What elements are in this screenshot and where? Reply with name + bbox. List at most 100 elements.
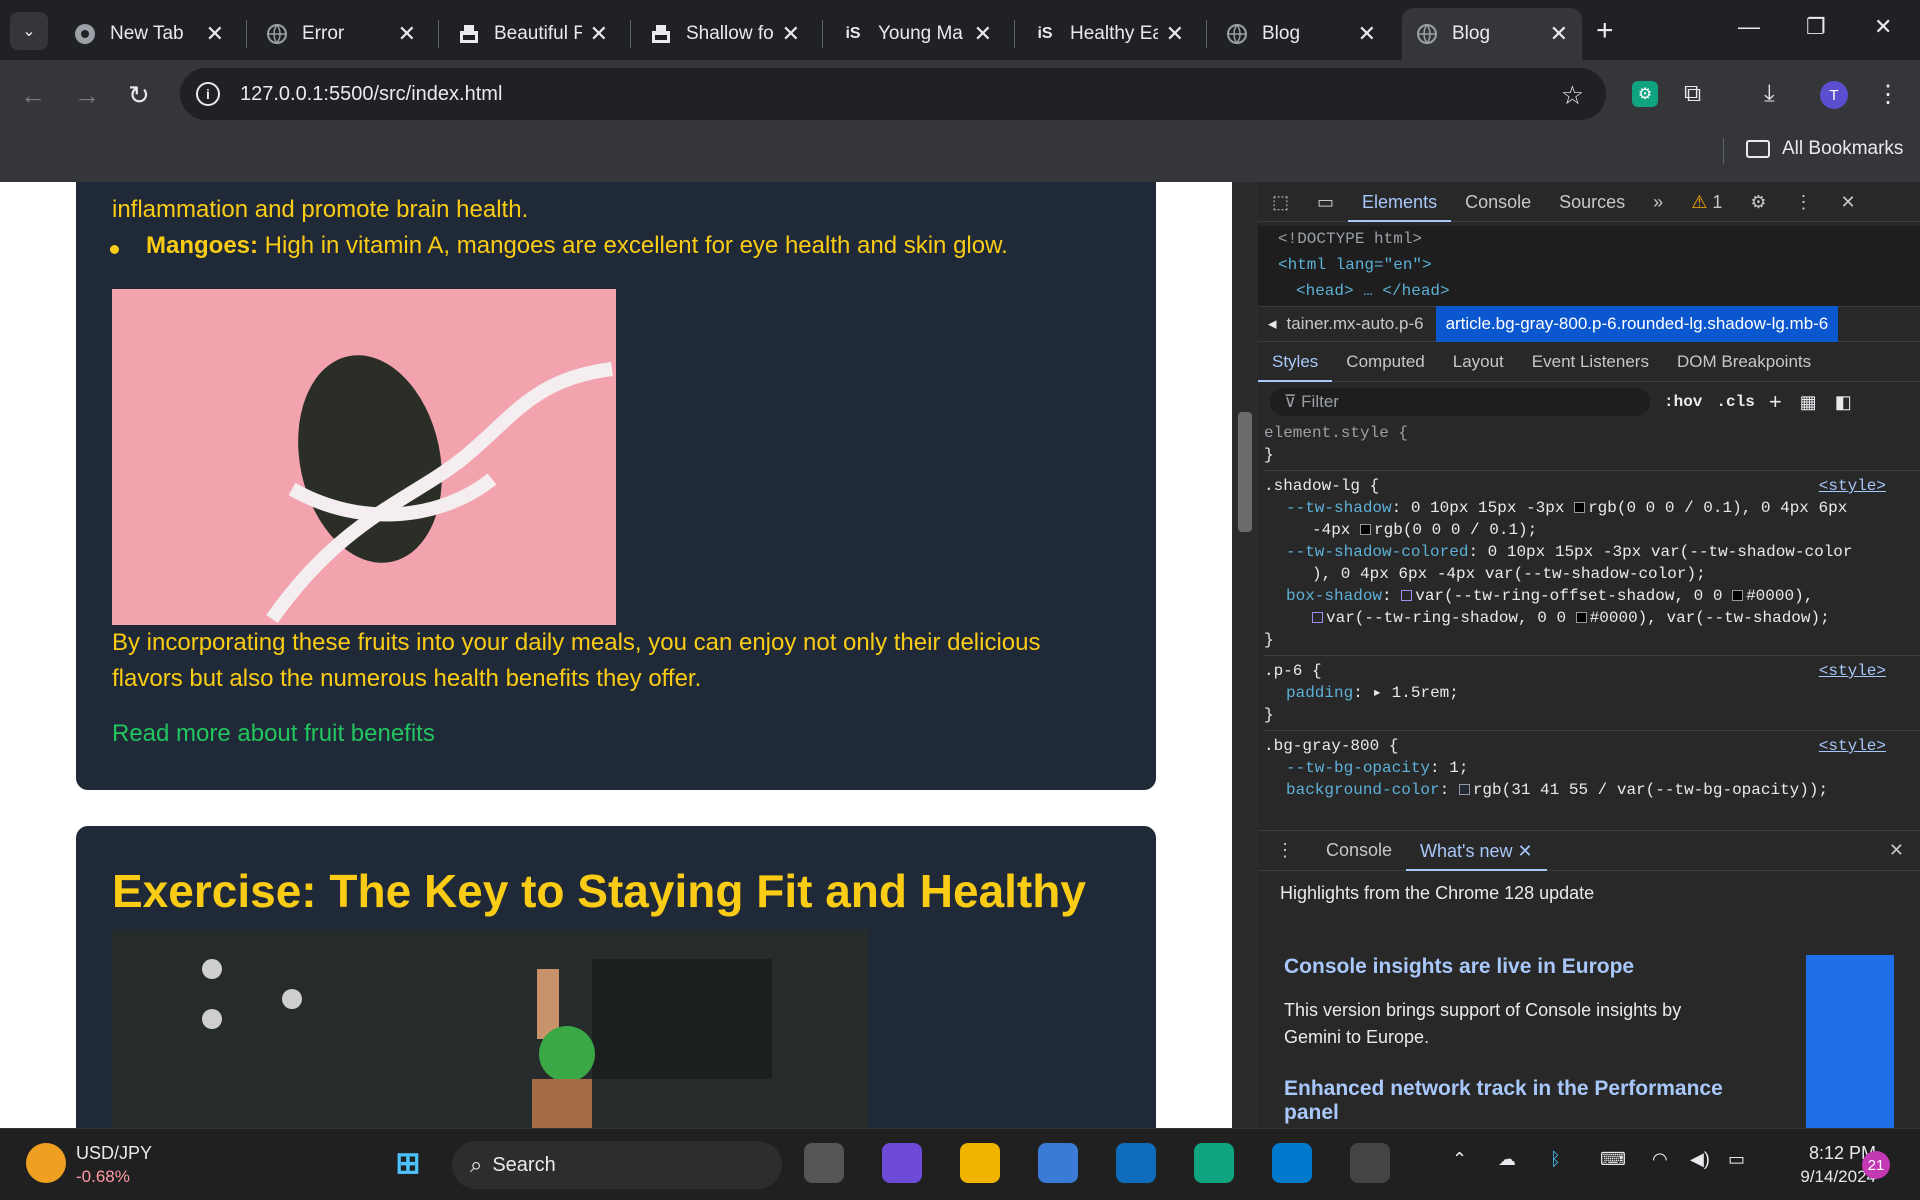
tab-styles[interactable]: Styles: [1258, 342, 1333, 382]
browser-toolbar: ← → ↻ i 127.0.0.1:5500/src/index.html ☆ …: [0, 60, 1920, 188]
store-icon[interactable]: [1038, 1143, 1078, 1183]
all-bookmarks-button[interactable]: All Bookmarks: [1746, 138, 1903, 160]
task-view-icon[interactable]: [804, 1143, 844, 1183]
head-node[interactable]: <head> … </head>: [1278, 278, 1920, 304]
coins-icon[interactable]: [26, 1143, 66, 1183]
outlook-icon[interactable]: [1116, 1143, 1156, 1183]
whats-new-heading[interactable]: Console insights are live in Europe: [1284, 955, 1634, 979]
inspect-icon[interactable]: ⬚: [1258, 182, 1303, 222]
tab-new-tab[interactable]: New Tab ✕: [60, 8, 238, 60]
site-icon: [458, 23, 480, 45]
whats-new-heading[interactable]: Enhanced network track in the Performanc…: [1284, 1077, 1744, 1125]
keyboard-icon[interactable]: ⌨: [1600, 1149, 1626, 1170]
close-icon[interactable]: ✕: [590, 21, 608, 47]
restore-button[interactable]: ❐: [1806, 14, 1826, 40]
bluetooth-icon[interactable]: ᛒ: [1550, 1149, 1561, 1170]
page-scrollbar[interactable]: [1232, 182, 1258, 1128]
clock-time[interactable]: 8:12 PM: [1776, 1143, 1876, 1164]
minimize-button[interactable]: —: [1738, 14, 1760, 40]
tab-error[interactable]: Error ✕: [252, 8, 430, 60]
whats-new-text: This version brings support of Console i…: [1284, 1000, 1682, 1047]
device-toolbar-icon[interactable]: ▭: [1303, 182, 1348, 222]
battery-icon[interactable]: ▭: [1728, 1149, 1745, 1170]
search-box[interactable]: ⌕ Search: [452, 1141, 782, 1189]
url-text[interactable]: 127.0.0.1:5500/src/index.html: [240, 83, 502, 106]
breadcrumb-item[interactable]: tainer.mx-auto.p-6: [1287, 314, 1436, 334]
downloads-icon[interactable]: ⤓: [1764, 80, 1775, 108]
chrome-taskbar-icon[interactable]: [1350, 1143, 1390, 1183]
cls-toggle[interactable]: .cls: [1716, 393, 1754, 411]
site-icon: [650, 23, 672, 45]
volume-icon[interactable]: ◀): [1690, 1149, 1710, 1170]
close-icon[interactable]: ✕: [206, 21, 224, 47]
read-more-link[interactable]: Read more about fruit benefits: [112, 720, 435, 748]
tab-shallow[interactable]: Shallow fo ✕: [636, 8, 814, 60]
close-window-button[interactable]: ✕: [1874, 14, 1892, 40]
tab-sources[interactable]: Sources: [1545, 182, 1639, 222]
settings-gear-icon[interactable]: ⚙: [1736, 182, 1780, 222]
start-icon[interactable]: ⊞: [388, 1143, 428, 1183]
warning-icon[interactable]: ⚠ 1: [1677, 182, 1736, 222]
more-tabs-icon[interactable]: »: [1639, 182, 1677, 222]
paint-icon[interactable]: ▦: [1800, 392, 1817, 413]
tab-blog-active[interactable]: Blog ✕: [1402, 8, 1582, 60]
new-tab-button[interactable]: +: [1596, 14, 1614, 48]
info-icon[interactable]: i: [196, 82, 220, 106]
html-node[interactable]: <html lang="en">: [1278, 252, 1920, 278]
close-icon[interactable]: ✕: [1358, 21, 1376, 47]
avatar[interactable]: T: [1820, 81, 1848, 109]
back-button[interactable]: ←: [20, 80, 46, 111]
notification-badge[interactable]: 21: [1862, 1151, 1890, 1179]
tab-console[interactable]: Console: [1451, 182, 1545, 222]
clock-date[interactable]: 9/14/2024: [1772, 1167, 1876, 1187]
bookmark-star-icon[interactable]: ☆: [1561, 80, 1584, 111]
drawer-menu-icon[interactable]: ⋮: [1258, 840, 1312, 861]
vscode-icon[interactable]: [1272, 1143, 1312, 1183]
tab-young[interactable]: iS Young Ma ✕: [828, 8, 1006, 60]
drawer-tab-console[interactable]: Console: [1312, 840, 1406, 861]
close-icon[interactable]: ✕: [398, 21, 416, 47]
element-style-rule[interactable]: element.style {: [1264, 422, 1920, 444]
tab-computed[interactable]: Computed: [1332, 342, 1438, 382]
sidebar-toggle-icon[interactable]: ◧: [1835, 392, 1852, 413]
address-bar[interactable]: i 127.0.0.1:5500/src/index.html ☆: [180, 68, 1606, 120]
tab-healthy[interactable]: iS Healthy Ea ✕: [1020, 8, 1198, 60]
chevron-left-icon[interactable]: ◂: [1258, 314, 1287, 334]
hov-toggle[interactable]: :hov: [1664, 393, 1702, 411]
tab-blog[interactable]: Blog ✕: [1212, 8, 1390, 60]
ticker-name[interactable]: USD/JPY: [76, 1143, 152, 1164]
style-source-link[interactable]: <style>: [1819, 735, 1886, 757]
chatgpt-icon[interactable]: [1194, 1143, 1234, 1183]
close-devtools-icon[interactable]: ✕: [1826, 182, 1869, 222]
add-rule-icon[interactable]: +: [1769, 389, 1782, 415]
kebab-menu-icon[interactable]: ⋮: [1780, 182, 1826, 222]
file-explorer-icon[interactable]: [960, 1143, 1000, 1183]
forward-button[interactable]: →: [74, 80, 100, 111]
tab-layout[interactable]: Layout: [1439, 342, 1518, 382]
doctype-node[interactable]: <!DOCTYPE html>: [1278, 226, 1920, 252]
chatgpt-extension-icon[interactable]: ⚙: [1632, 81, 1658, 107]
style-source-link[interactable]: <style>: [1819, 660, 1886, 682]
chevron-up-icon[interactable]: ⌃: [1452, 1149, 1467, 1170]
tab-elements[interactable]: Elements: [1348, 182, 1452, 222]
close-icon[interactable]: ✕: [782, 21, 800, 47]
tab-dom-breakpoints[interactable]: DOM Breakpoints: [1663, 342, 1825, 382]
close-drawer-icon[interactable]: ✕: [1889, 840, 1920, 861]
meet-icon[interactable]: [882, 1143, 922, 1183]
close-icon[interactable]: ✕: [974, 21, 992, 47]
wifi-icon[interactable]: ◠: [1652, 1149, 1668, 1170]
breadcrumb-item-selected[interactable]: article.bg-gray-800.p-6.rounded-lg.shado…: [1435, 306, 1839, 342]
close-icon[interactable]: ✕: [1166, 21, 1184, 47]
style-source-link[interactable]: <style>: [1819, 475, 1886, 497]
extensions-icon[interactable]: ⧉: [1684, 80, 1701, 108]
menu-icon[interactable]: ⋮: [1876, 80, 1900, 109]
drawer-tab-whats-new[interactable]: What's new ✕: [1406, 831, 1547, 871]
tab-event-listeners[interactable]: Event Listeners: [1518, 342, 1663, 382]
close-icon[interactable]: ✕: [1550, 21, 1568, 47]
tab-beautiful[interactable]: Beautiful F ✕: [444, 8, 622, 60]
scrollbar-thumb[interactable]: [1238, 412, 1252, 532]
tab-search-button[interactable]: ⌄: [10, 12, 48, 50]
filter-input[interactable]: ⊽ Filter: [1270, 388, 1650, 416]
cloud-icon[interactable]: ☁: [1498, 1149, 1516, 1170]
reload-button[interactable]: ↻: [128, 80, 150, 111]
